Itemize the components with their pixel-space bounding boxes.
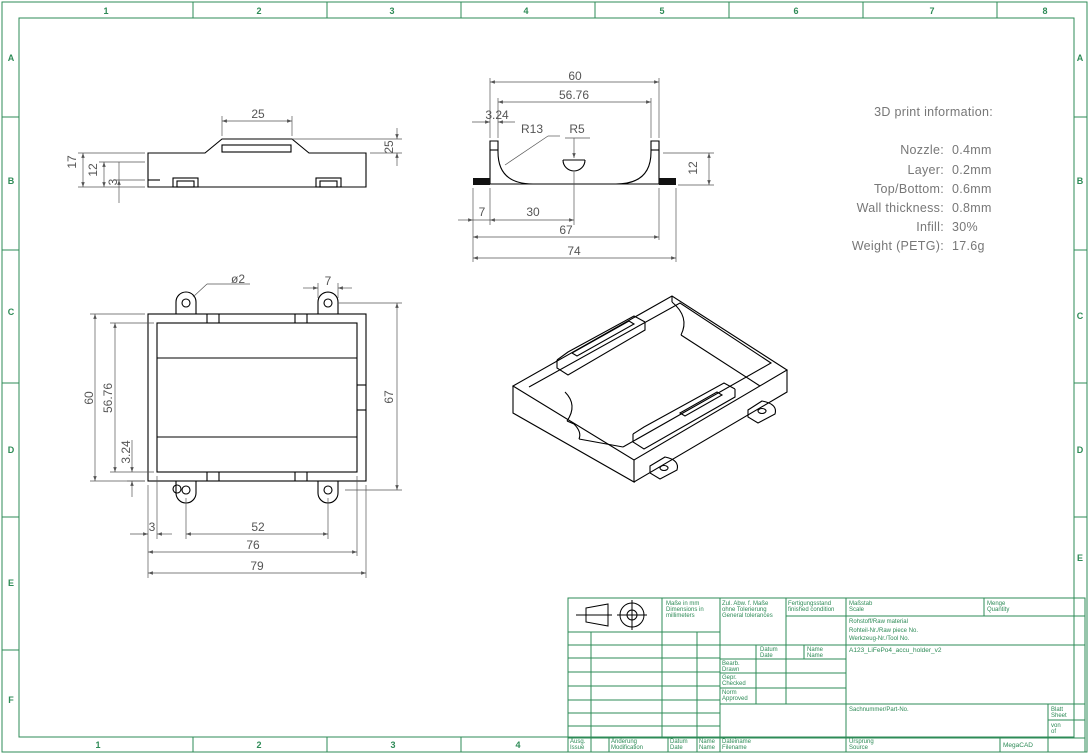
zone-row-a-right: A — [1077, 53, 1084, 63]
front-view: 60 56.76 3.24 R13 R5 12 7 30 67 74 — [458, 69, 714, 262]
zone-row-d-right: D — [1077, 445, 1084, 455]
tb-issue-l2: Issue — [570, 745, 585, 751]
zone-col-7: 7 — [929, 6, 934, 16]
dim-top-3-24: 3.24 — [119, 440, 133, 464]
dim-top-76: 76 — [246, 538, 260, 552]
print-info-value-layer: 0.2mm — [952, 163, 992, 177]
dim-front-r5: R5 — [569, 122, 585, 136]
technical-drawing-sheet: 1 2 3 4 5 6 7 8 1 2 3 4 A B C D E F A B … — [1, 1, 1088, 753]
tb-date-l2: Date — [760, 653, 773, 659]
zone-col-3-bottom: 3 — [390, 740, 395, 750]
tb-raw-l1: Rohstoff/Raw material — [849, 619, 908, 625]
dim-front-56-76: 56.76 — [559, 88, 589, 102]
zone-col-2: 2 — [256, 6, 261, 16]
zone-row-c: C — [8, 307, 15, 317]
print-info-label-top-bottom: Top/Bottom: — [874, 182, 944, 196]
tb-of-l2: of — [1051, 729, 1056, 735]
tb-fin-l2: finished condition — [788, 607, 834, 613]
projection-symbol-icon — [576, 600, 647, 630]
dim-side-3: 3 — [106, 178, 120, 185]
dim-side-12: 12 — [86, 163, 100, 177]
tb-bdate-l2: Date — [670, 745, 683, 751]
zone-col-5: 5 — [659, 6, 664, 16]
zone-row-c-right: C — [1077, 311, 1084, 321]
side-view: 25 17 12 3 25 — [65, 107, 402, 203]
print-info-label-wall: Wall thickness: — [857, 201, 944, 215]
tb-approved-l2: Approved — [722, 696, 748, 702]
tb-bname-l2: Name — [699, 745, 716, 751]
tb-raw-l3: Werkzeug-Nr./Tool No. — [849, 636, 910, 642]
top-view: ø2 7 60 56.76 3.24 67 3 52 76 79 — [82, 272, 402, 578]
zone-row-b-right: B — [1077, 176, 1084, 186]
tb-qty-l2: Quantity — [987, 607, 1009, 613]
zone-row-d: D — [8, 445, 15, 455]
dim-front-30: 30 — [526, 205, 540, 219]
front-left-foot — [473, 178, 490, 185]
tb-src-l2: Source — [849, 745, 869, 751]
dim-front-3-24: 3.24 — [485, 108, 509, 122]
tb-sheet-l2: Sheet — [1051, 713, 1067, 719]
dim-front-60: 60 — [568, 69, 582, 83]
front-right-foot — [659, 178, 676, 185]
dim-top-diameter-2: ø2 — [231, 272, 245, 286]
tb-name-l2: Name — [807, 653, 824, 659]
tb-drawing-title: A123_LiFePo4_accu_holder_v2 — [849, 647, 942, 654]
dim-front-74: 74 — [567, 244, 581, 258]
print-info-label-infill: Infill: — [916, 220, 944, 234]
dim-front-r13: R13 — [521, 122, 543, 136]
print-info-value-wall: 0.8mm — [952, 201, 992, 215]
print-info-value-top-bottom: 0.6mm — [952, 182, 992, 196]
dim-top-56-76: 56.76 — [101, 383, 115, 413]
dim-top-7: 7 — [325, 274, 332, 288]
tb-part-no: Sachnummer/Part-No. — [849, 707, 909, 713]
dim-side-25: 25 — [251, 107, 265, 121]
tb-scale-l2: Scale — [849, 607, 865, 613]
tb-mod-l1: Änderung — [611, 738, 637, 745]
print-info-label-nozzle: Nozzle: — [900, 143, 944, 157]
dim-side-17: 17 — [65, 155, 79, 169]
dim-front-67: 67 — [559, 223, 573, 237]
dim-side-25-right: 25 — [382, 140, 396, 154]
tb-mod-l2: Modification — [611, 745, 643, 751]
print-info-heading: 3D print information: — [874, 105, 993, 119]
zone-col-2-bottom: 2 — [256, 740, 261, 750]
dim-top-60: 60 — [82, 391, 96, 405]
title-block: Maße in mm Dimensions in millimeters Zul… — [567, 597, 1086, 753]
dim-front-12: 12 — [686, 161, 700, 175]
tb-file-l2: Filename — [722, 745, 747, 751]
dim-front-7: 7 — [479, 205, 486, 219]
zone-row-f: F — [8, 695, 14, 705]
print-info: 3D print information: Nozzle: 0.4mm Laye… — [852, 105, 993, 253]
tb-tol-l3: General tolerances — [722, 613, 773, 619]
print-info-value-weight: 17.6g — [952, 239, 985, 253]
tb-software: MegaCAD — [1003, 742, 1033, 749]
dim-top-79: 79 — [250, 559, 264, 573]
dim-top-67: 67 — [382, 390, 396, 404]
zone-row-e-right: E — [1077, 553, 1083, 563]
tb-dims-l3: millimeters — [666, 613, 695, 619]
dim-top-3: 3 — [149, 520, 156, 534]
zone-col-3: 3 — [389, 6, 394, 16]
print-info-value-infill: 30% — [952, 220, 978, 234]
zone-row-b: B — [8, 176, 15, 186]
print-info-value-nozzle: 0.4mm — [952, 143, 992, 157]
zone-row-e: E — [8, 578, 14, 588]
isometric-view — [511, 295, 789, 483]
zone-col-8: 8 — [1042, 6, 1047, 16]
zone-col-4-bottom: 4 — [515, 740, 520, 750]
print-info-label-layer: Layer: — [907, 163, 944, 177]
tb-drawn-l2: Drawn — [722, 667, 739, 673]
zone-col-1: 1 — [103, 6, 108, 16]
zone-col-1-bottom: 1 — [95, 740, 100, 750]
zone-col-4: 4 — [523, 6, 528, 16]
zone-row-a: A — [8, 53, 15, 63]
tb-raw-l2: Rohteil-Nr./Raw piece No. — [849, 628, 918, 634]
print-info-label-weight: Weight (PETG): — [852, 239, 944, 253]
dim-top-52: 52 — [251, 520, 265, 534]
tb-checked-l2: Checked — [722, 681, 746, 687]
zone-col-6: 6 — [793, 6, 798, 16]
